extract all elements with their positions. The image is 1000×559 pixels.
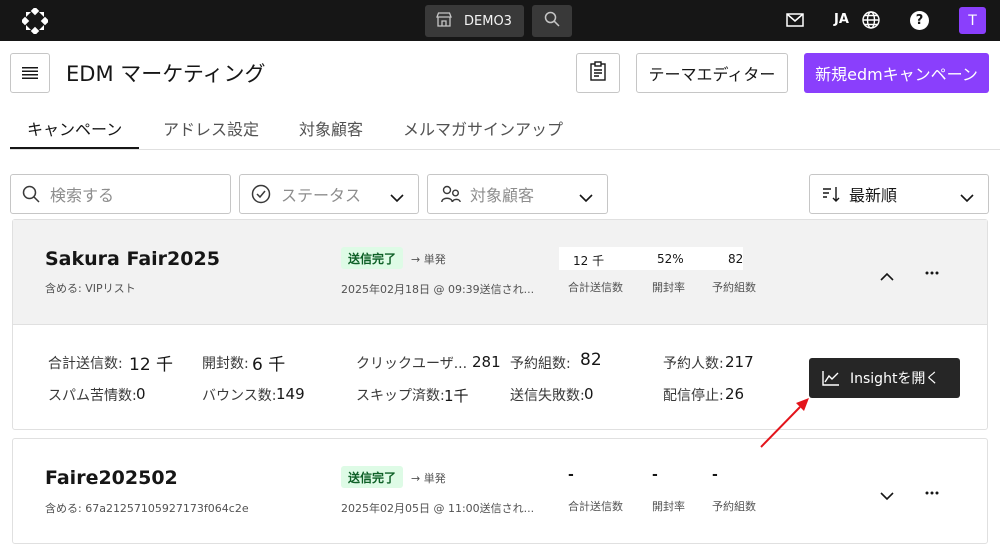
detail-bounce-value: 149 (276, 385, 305, 403)
campaign-type: → 単発 (411, 472, 446, 485)
mail-icon[interactable] (785, 10, 805, 34)
search-icon (544, 11, 560, 31)
chevron-down-icon (390, 188, 404, 207)
tab-campaigns[interactable]: キャンペーン (10, 108, 139, 149)
metric-total-sent-label: 合計送信数 (568, 281, 623, 294)
detail-spam-label: スパム苦情数: (48, 388, 137, 404)
metric-reservations-label: 予約組数 (712, 281, 756, 294)
tab-bar: キャンペーン アドレス設定 対象顧客 メルマガサインアップ (10, 108, 1000, 150)
chevron-up-icon[interactable] (880, 266, 894, 285)
tab-newsletter-signup[interactable]: メルマガサインアップ (403, 108, 563, 149)
globe-icon[interactable] (861, 10, 881, 34)
clipboard-button[interactable] (576, 53, 620, 93)
hamburger-icon (22, 64, 38, 83)
campaign-name: Sakura Fair2025 (45, 248, 220, 270)
chevron-down-icon (579, 188, 593, 207)
status-filter-dropdown[interactable]: ステータス (239, 174, 419, 214)
status-badge: 送信完了 (341, 247, 404, 269)
detail-click-users-value: 281 (472, 353, 501, 371)
metric-reservations-label: 予約組数 (712, 500, 756, 513)
open-insight-button[interactable]: Insightを開く (809, 358, 960, 398)
chart-line-icon (809, 370, 850, 386)
metric-total-sent-value: - (568, 467, 574, 483)
metric-open-rate-value: 52% (657, 252, 684, 266)
campaign-name: Faire202502 (45, 467, 178, 489)
campaign-includes: 含める: 67a21257105927173f064c2e (45, 502, 249, 515)
theme-editor-button[interactable]: テーマエディター (636, 53, 788, 93)
campaign-includes: 含める: VIPリスト (45, 282, 136, 295)
status-filter-placeholder: ステータス (281, 186, 362, 205)
detail-reservations-label: 予約組数: (510, 356, 571, 372)
search-input[interactable]: 検索する (10, 174, 231, 214)
detail-reserved-people-label: 予約人数: (663, 356, 724, 372)
chevron-down-icon (960, 188, 974, 207)
detail-skipped-label: スキップ済数: (356, 388, 445, 404)
clipboard-icon (590, 61, 606, 85)
campaign-card-header[interactable]: Sakura Fair2025 含める: VIPリスト 送信完了 → 単発 20… (13, 220, 987, 324)
store-icon (425, 11, 464, 31)
sent-timestamp: 2025年02月05日 @ 11:00送信され... (341, 502, 535, 515)
detail-opens-label: 開封数: (202, 356, 249, 372)
avatar[interactable]: T (959, 7, 986, 34)
check-circle-icon (251, 184, 271, 204)
metric-open-rate-value: - (652, 467, 658, 483)
campaign-detail-panel: 合計送信数: 12 千 開封数: 6 千 クリックユーザ... 281 予約組数… (13, 324, 987, 430)
chevron-down-icon[interactable] (880, 486, 894, 505)
campaign-card[interactable]: Faire202502 含める: 67a21257105927173f064c2… (12, 438, 988, 544)
detail-unsubscribe-value: 26 (725, 385, 745, 403)
detail-total-sent-label: 合計送信数: (48, 356, 123, 372)
detail-unsubscribe-label: 配信停止: (663, 388, 724, 404)
status-badge: 送信完了 (341, 466, 404, 488)
help-icon[interactable]: ? (910, 11, 929, 30)
metric-total-sent-value: 12 千 (573, 254, 605, 268)
detail-failed-label: 送信失敗数: (510, 388, 585, 404)
app-logo-icon[interactable] (20, 6, 50, 36)
page-title: EDM マーケティング (66, 62, 266, 86)
detail-opens-value: 6 千 (252, 355, 286, 375)
metric-open-rate-label: 開封率 (652, 281, 685, 294)
overflow-menu-icon[interactable] (925, 480, 939, 499)
search-placeholder: 検索する (50, 186, 115, 205)
detail-total-sent-value: 12 千 (129, 355, 174, 375)
campaign-card-header[interactable]: Faire202502 含める: 67a21257105927173f064c2… (13, 439, 987, 543)
search-icon (22, 185, 40, 203)
new-campaign-button[interactable]: 新規edmキャンペーン (804, 53, 989, 93)
menu-button[interactable] (10, 53, 50, 93)
global-search-button[interactable] (532, 5, 572, 37)
sort-icon (822, 186, 840, 202)
detail-spam-value: 0 (136, 385, 146, 403)
users-icon (441, 185, 461, 203)
metric-reservations-value: 82 (728, 252, 744, 266)
detail-skipped-value: 1千 (444, 387, 469, 405)
audience-filter-placeholder: 対象顧客 (470, 186, 535, 205)
campaign-card[interactable]: Sakura Fair2025 含める: VIPリスト 送信完了 → 単発 20… (12, 219, 988, 430)
metric-reservations-value: - (712, 467, 718, 483)
detail-click-users-label: クリックユーザ... (356, 356, 468, 372)
detail-reserved-people-value: 217 (725, 353, 754, 371)
metric-total-sent-label: 合計送信数 (568, 500, 623, 513)
overflow-menu-icon[interactable] (925, 260, 939, 279)
detail-reservations-value: 82 (580, 350, 602, 370)
store-switcher[interactable]: DEMO3 (425, 5, 524, 37)
detail-bounce-label: バウンス数: (202, 388, 277, 404)
audience-filter-dropdown[interactable]: 対象顧客 (427, 174, 608, 214)
campaign-type: → 単発 (411, 253, 446, 266)
language-label[interactable]: JA (834, 12, 849, 27)
tab-target-customers[interactable]: 対象顧客 (299, 108, 363, 149)
open-insight-label: Insightを開く (850, 371, 940, 387)
store-name: DEMO3 (464, 13, 512, 29)
sent-timestamp: 2025年02月18日 @ 09:39送信され... (341, 283, 535, 296)
sort-label: 最新順 (849, 186, 898, 205)
top-bar: DEMO3 JA ? T (0, 0, 1000, 41)
tab-address-settings[interactable]: アドレス設定 (163, 108, 259, 149)
sort-dropdown[interactable]: 最新順 (809, 174, 989, 214)
metric-open-rate-label: 開封率 (652, 500, 685, 513)
detail-failed-value: 0 (584, 385, 594, 403)
